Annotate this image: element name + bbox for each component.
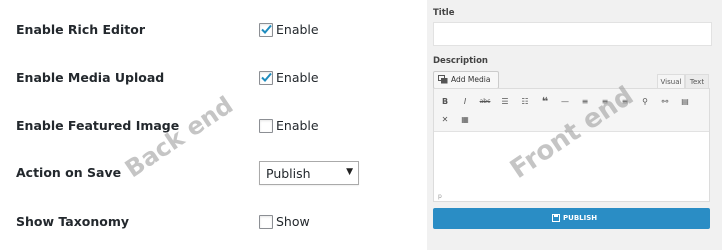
bullet-list-icon[interactable]: ☰ xyxy=(498,95,512,109)
blockquote-icon[interactable]: ❝ xyxy=(538,95,552,109)
dropdown-arrow-icon: ▼ xyxy=(346,167,353,177)
description-label: Description xyxy=(433,56,488,66)
publish-label: PUBLISH xyxy=(563,214,598,222)
show-taxonomy-checkbox[interactable] xyxy=(259,215,273,229)
action-on-save-select[interactable]: Publish ▼ xyxy=(259,161,359,185)
strikethrough-icon[interactable]: abc xyxy=(478,95,492,109)
enable-rich-editor-label: Enable Rich Editor xyxy=(16,22,146,37)
enable-media-upload-checkbox-label[interactable]: Enable xyxy=(276,70,319,85)
media-icon xyxy=(438,75,448,84)
toolbar-toggle-icon[interactable]: ▦ xyxy=(458,113,472,127)
align-center-icon[interactable]: ≡ xyxy=(598,95,612,109)
checkmark-icon xyxy=(261,24,272,34)
numbered-list-icon[interactable]: ☷ xyxy=(518,95,532,109)
fullscreen-icon[interactable]: ✕ xyxy=(438,113,452,127)
enable-media-upload-label: Enable Media Upload xyxy=(16,70,165,85)
show-taxonomy-checkbox-label[interactable]: Show xyxy=(276,214,310,229)
show-taxonomy-label: Show Taxonomy xyxy=(16,214,130,229)
add-media-button[interactable]: Add Media xyxy=(433,71,499,89)
enable-featured-image-checkbox-label[interactable]: Enable xyxy=(276,118,319,133)
enable-featured-image-checkbox[interactable] xyxy=(259,119,273,133)
action-on-save-value: Publish xyxy=(266,166,311,181)
bold-icon[interactable]: B xyxy=(438,95,452,109)
editor-toolbar: B I abc ☰ ☷ ❝ — ≡ ≡ ≡ ⚲ ⚯ ▤ ✕ ▦ xyxy=(434,89,709,132)
back-end-watermark: Back end xyxy=(120,90,239,184)
add-media-label: Add Media xyxy=(451,75,491,84)
read-more-icon[interactable]: ▤ xyxy=(678,95,692,109)
horizontal-line-icon[interactable]: — xyxy=(558,95,572,109)
tab-visual[interactable]: Visual xyxy=(657,74,685,88)
unlink-icon[interactable]: ⚯ xyxy=(658,95,672,109)
italic-icon[interactable]: I xyxy=(458,95,472,109)
publish-button[interactable]: PUBLISH xyxy=(433,208,710,229)
enable-featured-image-label: Enable Featured Image xyxy=(16,118,180,133)
align-right-icon[interactable]: ≡ xyxy=(618,95,632,109)
editor-path: p xyxy=(438,193,442,200)
title-input[interactable] xyxy=(433,22,712,46)
enable-rich-editor-checkbox-label[interactable]: Enable xyxy=(276,22,319,37)
tab-text[interactable]: Text xyxy=(685,74,709,88)
action-on-save-label: Action on Save xyxy=(16,165,122,180)
enable-rich-editor-checkbox[interactable] xyxy=(259,23,273,37)
checkmark-icon xyxy=(261,72,272,82)
align-left-icon[interactable]: ≡ xyxy=(578,95,592,109)
settings-panel: Enable Rich Editor Enable Enable Media U… xyxy=(0,0,420,250)
enable-media-upload-checkbox[interactable] xyxy=(259,71,273,85)
title-label: Title xyxy=(433,8,455,18)
front-end-panel: Title Description Add Media Visual Text … xyxy=(427,0,722,250)
link-icon[interactable]: ⚲ xyxy=(638,95,652,109)
save-icon xyxy=(552,214,560,222)
description-editor[interactable]: B I abc ☰ ☷ ❝ — ≡ ≡ ≡ ⚲ ⚯ ▤ ✕ ▦ p xyxy=(433,88,710,202)
